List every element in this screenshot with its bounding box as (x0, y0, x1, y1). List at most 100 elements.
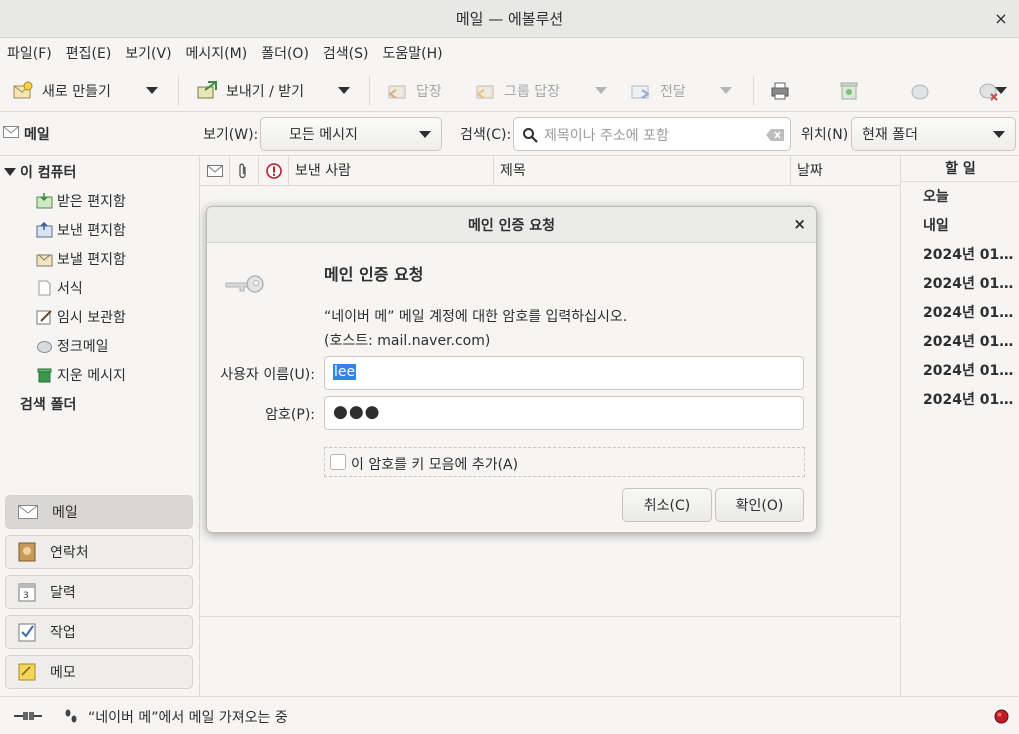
memos-icon (18, 663, 36, 681)
switcher-mail-button[interactable]: 메일 (5, 495, 193, 529)
send-receive-icon (197, 81, 217, 99)
todo-today[interactable]: 오늘 (923, 186, 949, 206)
status-message: “네이버 메”에서 메일 가져오는 중 (88, 710, 288, 726)
send-receive-button[interactable]: 보내기 / 받기 (196, 70, 304, 112)
dialog-heading: 메인 인증 요청 (324, 265, 424, 284)
new-button[interactable]: 새로 만들기 (12, 70, 111, 112)
folder-drafts[interactable]: 임시 보관함 (36, 307, 126, 327)
menu-file[interactable]: 파일(F) (0, 38, 59, 70)
todo-day[interactable]: 2024년 01… (923, 273, 1013, 293)
todo-day[interactable]: 2024년 01… (923, 331, 1013, 351)
dialog-close-button[interactable]: × (793, 215, 806, 233)
folder-sent[interactable]: 보낸 편지함 (36, 220, 126, 240)
window-close-button[interactable]: × (991, 9, 1011, 29)
preview-pane-divider[interactable] (200, 616, 900, 617)
switcher-tasks-label: 작업 (50, 625, 76, 641)
forward-dropdown-icon[interactable] (720, 87, 732, 94)
username-field[interactable]: lee (324, 356, 804, 390)
reply-group-button[interactable]: 그룹 답장 (474, 70, 560, 112)
toolbar-overflow-icon[interactable] (995, 87, 1007, 94)
todo-day[interactable]: 2024년 01… (923, 360, 1013, 380)
username-value: lee (333, 364, 357, 380)
junk-folder-icon (37, 341, 52, 353)
keyring-label: 이 암호를 키 모음에 추가(A) (351, 457, 519, 473)
username-label: 사용자 이름(U): (220, 367, 315, 383)
forward-label: 전달 (660, 84, 686, 100)
online-status-icon[interactable] (14, 710, 42, 722)
junk-icon[interactable] (909, 80, 931, 102)
todo-tomorrow[interactable]: 내일 (923, 215, 949, 235)
search-icon[interactable] (522, 127, 538, 143)
folder-templates[interactable]: 서식 (36, 278, 83, 298)
reply-icon (388, 85, 406, 99)
menu-help[interactable]: 도움말(H) (376, 38, 450, 70)
password-field[interactable]: ●●● (324, 396, 804, 430)
cancel-button[interactable]: 취소(C) (622, 488, 712, 522)
search-folders-label: 검색 폴더 (20, 397, 77, 413)
read-status-icon[interactable] (207, 165, 223, 177)
menu-message[interactable]: 메시지(M) (179, 38, 255, 70)
menu-edit[interactable]: 편집(E) (59, 38, 119, 70)
delete-icon[interactable] (838, 80, 860, 102)
forward-button[interactable]: 전달 (630, 70, 686, 112)
keyring-checkbox[interactable] (330, 454, 346, 470)
template-icon (38, 280, 51, 296)
switcher-calendar-button[interactable]: 3 달력 (5, 575, 193, 609)
ok-button[interactable]: 확인(O) (715, 488, 804, 522)
menu-search[interactable]: 검색(S) (316, 38, 376, 70)
reply-button[interactable]: 답장 (386, 70, 442, 112)
location-label: 위치(N) (801, 127, 849, 143)
folder-root[interactable]: 이 컴퓨터 (4, 162, 76, 182)
view-combo-value: 모든 메시지 (289, 127, 358, 143)
clear-search-icon[interactable] (766, 129, 784, 141)
column-divider (229, 156, 230, 186)
drafts-icon (36, 310, 52, 325)
todo-day[interactable]: 2024년 01… (923, 302, 1013, 322)
column-date[interactable]: 날짜 (790, 156, 900, 186)
folder-junk-label: 정크메일 (57, 339, 109, 355)
folder-inbox[interactable]: 받은 편지함 (36, 191, 126, 211)
svg-text:3: 3 (23, 591, 29, 601)
new-dropdown-icon[interactable] (146, 87, 158, 94)
inbox-icon (36, 193, 53, 209)
trash-icon (37, 368, 52, 383)
toolbar-separator (753, 76, 754, 106)
menu-view[interactable]: 보기(V) (118, 38, 178, 70)
switcher-memos-button[interactable]: 메모 (5, 655, 193, 689)
folder-junk[interactable]: 정크메일 (36, 336, 109, 356)
menu-folder[interactable]: 폴더(O) (254, 38, 316, 70)
folder-trash[interactable]: 지운 메시지 (36, 365, 126, 385)
contacts-icon (18, 542, 36, 562)
expander-icon[interactable] (4, 167, 16, 177)
chevron-down-icon (993, 131, 1005, 138)
todo-day[interactable]: 2024년 01… (923, 389, 1013, 409)
location-combo[interactable]: 현재 폴더 (851, 117, 1016, 151)
folder-drafts-label: 임시 보관함 (57, 310, 126, 326)
folder-outbox[interactable]: 보낼 편지함 (36, 249, 126, 269)
search-folders[interactable]: 검색 폴더 (20, 394, 76, 414)
send-receive-dropdown-icon[interactable] (338, 87, 350, 94)
print-icon[interactable] (769, 80, 791, 102)
attachment-icon[interactable] (238, 163, 248, 179)
dialog-message: “네이버 메” 메일 계정에 대한 암호를 입력하십시오. (324, 309, 628, 325)
location-combo-value: 현재 폴더 (862, 127, 918, 143)
forward-icon (631, 85, 650, 99)
new-mail-icon (13, 81, 33, 99)
view-combo[interactable]: 모든 메시지 (260, 117, 442, 151)
switcher-contacts-button[interactable]: 연락처 (5, 535, 193, 569)
switcher-memos-label: 메모 (50, 665, 76, 681)
column-sender[interactable]: 보낸 사람 (288, 156, 493, 186)
search-input[interactable]: 제목이나 주소에 포함 (513, 117, 791, 151)
switcher-calendar-label: 달력 (50, 585, 76, 601)
reply-group-dropdown-icon[interactable] (595, 87, 607, 94)
folder-sidebar: 이 컴퓨터 받은 편지함 보낸 편지함 보낼 편지함 서식 임시 보관함 정크메… (0, 156, 200, 696)
search-label: 검색(C): (460, 127, 512, 143)
important-icon[interactable] (266, 163, 282, 179)
folder-trash-label: 지운 메시지 (57, 368, 126, 384)
switcher-tasks-button[interactable]: 작업 (5, 615, 193, 649)
stop-icon[interactable] (994, 709, 1009, 724)
column-subject[interactable]: 제목 (493, 156, 790, 186)
todo-day[interactable]: 2024년 01… (923, 244, 1013, 264)
dialog-titlebar: 메인 인증 요청 × (207, 207, 816, 243)
keyring-checkbox-row[interactable]: 이 암호를 키 모음에 추가(A) (324, 447, 805, 477)
